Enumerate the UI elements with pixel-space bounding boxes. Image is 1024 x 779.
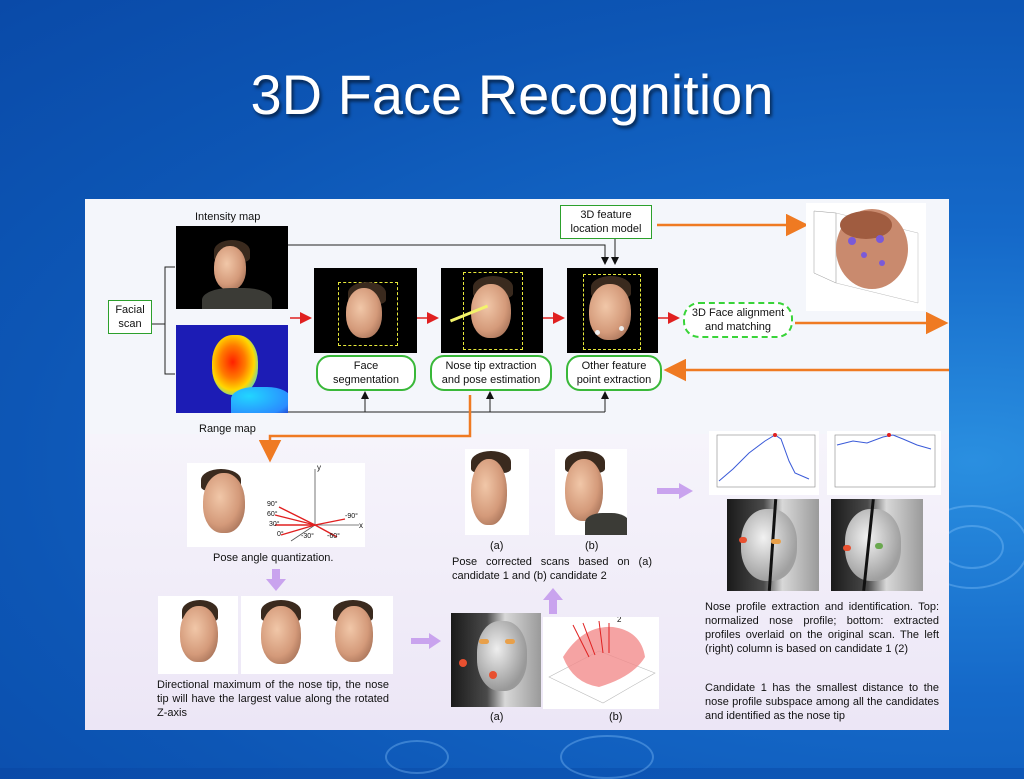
3d-face-plot [806,203,926,311]
feature-model-line-1: 3D feature [580,209,632,221]
angle-label: -30° [301,533,314,540]
nose-tip-image [441,268,543,353]
direction-image-2 [241,596,319,674]
range-map-image [176,325,288,413]
face-segmentation-line-2: segmentation [332,374,400,386]
axis-x-label: x [359,521,363,530]
range-map-label: Range map [199,423,256,435]
candidate-note: Candidate 1 has the smallest distance to… [705,682,939,722]
nose-tip-box: Nose tip extraction and pose estimation [430,355,552,391]
direction-image-3 [315,596,393,674]
angle-label: -90° [345,513,358,520]
profile-overlay-1 [727,499,819,591]
purple-arrow-right [657,483,693,499]
nose-profile-note: Nose profile extraction and identificati… [705,601,939,655]
angle-label: 60° [267,511,278,518]
direction-image-1 [158,596,238,674]
angle-label: 0° [277,531,284,538]
purple-arrow-down [266,569,286,591]
slide-title: 3D Face Recognition [250,63,774,126]
pose-quantization-figure: y x 90° 60° 30° 0° -30° -60° -90° [187,463,365,547]
other-feature-line-2: point extraction [576,374,652,386]
angle-label: -60° [327,533,340,540]
facial-scan-line-2: scan [118,318,142,330]
bottom-b-label: (b) [609,711,623,723]
candidate-scan-image [451,613,541,707]
pose-corrected-scan-a [465,449,529,535]
bottom-a-label: (a) [490,711,504,723]
nose-tip-line-2: and pose estimation [441,374,541,386]
segmentation-image [314,268,417,353]
candidate-marker: 2 [617,617,622,624]
purple-arrow-up [543,588,563,614]
alignment-line-1: 3D Face alignment [691,307,785,319]
facial-scan-box: Facial scan [108,300,152,334]
angle-label: 90° [267,501,278,508]
pose-corrected-scan-b [555,449,627,535]
directional-maximum-note: Directional maximum of the nose tip, the… [157,679,389,719]
facial-scan-line-1: Facial [115,304,145,316]
other-feature-line-1: Other feature [581,360,647,372]
nose-profile-chart-2 [827,431,941,495]
alignment-matching-box: 3D Face alignment and matching [683,302,793,338]
feature-location-model-box: 3D feature location model [560,205,652,239]
alignment-line-2: and matching [704,321,772,333]
face-segmentation-box: Face segmentation [316,355,416,391]
intensity-map-label: Intensity map [195,211,261,223]
nose-tip-line-1: Nose tip extraction [445,360,537,372]
nose-profile-chart-1 [709,431,819,495]
feature-model-line-2: location model [570,223,642,235]
corrected-b-label: (b) [585,540,599,552]
candidate-3d-plot: 2 [543,617,659,709]
ripple-decoration [560,735,654,779]
other-feature-box: Other feature point extraction [566,355,662,391]
axis-y-label: y [317,463,321,472]
profile-overlay-2 [831,499,923,591]
ripple-decoration [385,740,449,774]
angle-label: 30° [269,521,280,528]
face-segmentation-line-1: Face [353,360,379,372]
intensity-map-image [176,226,288,309]
diagram-panel: Intensity map Range map Facial scan 3D f… [85,199,949,730]
pose-quantization-caption: Pose angle quantization. [213,552,334,564]
pose-corrected-caption: Pose corrected scans based on (a) candid… [452,556,652,582]
corrected-a-label: (a) [490,540,504,552]
other-feature-image [567,268,658,353]
purple-arrow-right [411,633,441,649]
